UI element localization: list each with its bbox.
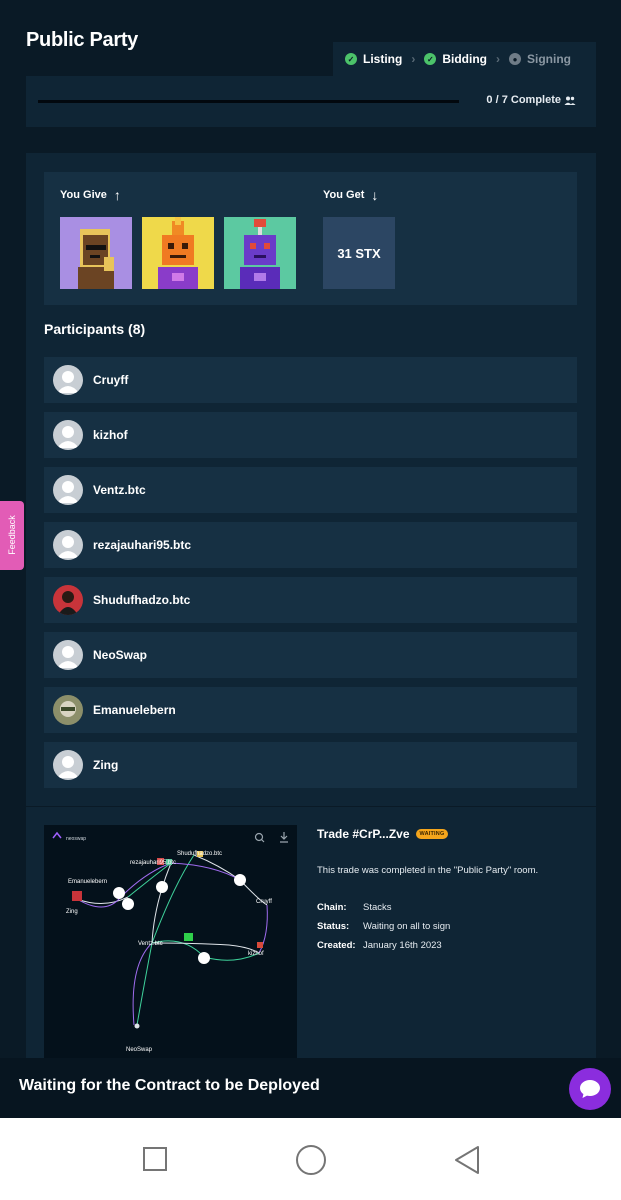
nft-image (78, 229, 114, 289)
download-icon[interactable] (280, 832, 288, 843)
people-icon (564, 96, 576, 105)
you-give-label: You Give (60, 189, 107, 201)
you-get-label: You Get (323, 189, 365, 201)
status-banner: Waiting for the Contract to be Deployed (0, 1058, 621, 1118)
you-get-stx[interactable]: 31 STX (323, 217, 395, 289)
participants-title: Participants (8) (44, 321, 146, 337)
chevron-right-icon: › (411, 52, 416, 66)
participant-row[interactable]: kizhof (44, 412, 577, 458)
participant-row[interactable]: NeoSwap (44, 632, 577, 678)
chevron-right-icon: › (495, 52, 500, 66)
participant-name: rezajauhari95.btc (93, 538, 192, 552)
participant-name: Shudufhadzo.btc (93, 593, 191, 607)
step-bidding: ✓ Bidding (424, 52, 487, 66)
arrow-down-icon: ↓ (371, 187, 379, 203)
pending-icon: ● (508, 53, 521, 65)
avatar (53, 695, 83, 725)
participant-name: Ventz.btc (93, 483, 146, 497)
avatar (53, 750, 83, 780)
step-signing: ● Signing (508, 52, 571, 66)
avatar (53, 420, 83, 450)
participant-name: Emanuelebern (93, 703, 176, 717)
chain-label: Chain: (317, 902, 347, 913)
graph-node-label: Shudufhadzo.btc (177, 851, 222, 857)
arrow-up-icon: ↑ (113, 187, 121, 203)
progress-card: 0 / 7 Complete (26, 76, 596, 127)
participant-row[interactable]: Emanuelebern (44, 687, 577, 733)
feedback-tab[interactable]: Feedback (0, 501, 24, 570)
graph-node-label: Ventz.btc (138, 941, 163, 947)
avatar (53, 640, 83, 670)
participant-row[interactable]: Cruyff (44, 357, 577, 403)
participant-name: kizhof (93, 428, 128, 442)
trade-card: neoswap Shudufhadzo.btc rezajauhari95.bt… (26, 807, 596, 1067)
progress-steps: ✓ Listing › ✓ Bidding › ● Signing (333, 42, 596, 76)
trade-description: This trade was completed in the "Public … (317, 865, 539, 876)
participant-row[interactable]: Ventz.btc (44, 467, 577, 513)
home-button[interactable] (296, 1145, 326, 1175)
avatar (53, 365, 83, 395)
graph-node-label: NeoSwap (126, 1047, 153, 1053)
graph-node-label: rezajauhari95.btc (130, 860, 176, 866)
you-get-header: You Get ↓ (323, 187, 378, 203)
status-label: Status: (317, 921, 350, 932)
you-give-header: You Give ↑ (60, 187, 121, 203)
status-badge: WAITING (415, 829, 449, 839)
give-get-section: You Give ↑ You Get ↓ 31 STX (44, 172, 577, 305)
avatar (53, 475, 83, 505)
nft-item-1[interactable] (60, 217, 132, 289)
trade-id: Trade #CrP...Zve (317, 827, 410, 841)
nft-image (158, 217, 198, 289)
recents-button[interactable] (143, 1147, 167, 1171)
back-button[interactable] (453, 1145, 481, 1175)
progress-bar (38, 100, 459, 103)
page-title: Public Party (26, 29, 138, 51)
avatar (53, 530, 83, 560)
created-label: Created: (317, 940, 356, 951)
step-signing-label: Signing (526, 52, 571, 66)
participant-name: Zing (93, 758, 119, 772)
trade-graph[interactable]: neoswap Shudufhadzo.btc rezajauhari95.bt… (44, 825, 297, 1065)
android-nav-bar (0, 1118, 621, 1200)
nft-item-2[interactable] (142, 217, 214, 289)
step-listing: ✓ Listing (345, 52, 402, 66)
participant-row[interactable]: Shudufhadzo.btc (44, 577, 577, 623)
chain-value: Stacks (363, 902, 392, 913)
feedback-label: Feedback (7, 515, 17, 555)
step-listing-label: Listing (363, 52, 403, 66)
step-bidding-label: Bidding (442, 52, 487, 66)
participant-row[interactable]: rezajauhari95.btc (44, 522, 577, 568)
status-banner-text: Waiting for the Contract to be Deployed (19, 1077, 320, 1094)
graph-node-label: Cruyff (256, 899, 272, 905)
trade-graph-canvas: neoswap Shudufhadzo.btc rezajauhari95.bt… (52, 831, 288, 1053)
participant-name: Cruyff (93, 373, 129, 387)
status-value: Waiting on all to sign (363, 921, 451, 932)
graph-logo: neoswap (66, 836, 86, 842)
check-icon: ✓ (424, 53, 437, 65)
graph-node-label: kizhof (248, 951, 264, 957)
trade-title: Trade #CrP...Zve WAITING (317, 827, 449, 841)
trade-meta: Chain: Stacks Status: Waiting on all to si… (317, 898, 450, 955)
participant-row[interactable]: Zing (44, 742, 577, 788)
progress-text: 0 / 7 Complete (486, 94, 561, 106)
chat-button[interactable] (569, 1068, 611, 1110)
participant-name: NeoSwap (93, 648, 148, 662)
check-icon: ✓ (345, 53, 357, 65)
trade-panel: You Give ↑ You Get ↓ 31 STX Participants… (26, 153, 596, 806)
search-icon[interactable] (254, 832, 264, 842)
graph-node-label: Zing (66, 909, 78, 915)
avatar (53, 585, 83, 615)
created-value: January 16th 2023 (363, 940, 442, 951)
graph-node-label: Emanuelebern (68, 879, 107, 885)
nft-image (240, 219, 280, 289)
nft-item-3[interactable] (224, 217, 296, 289)
chat-icon (580, 1080, 600, 1098)
